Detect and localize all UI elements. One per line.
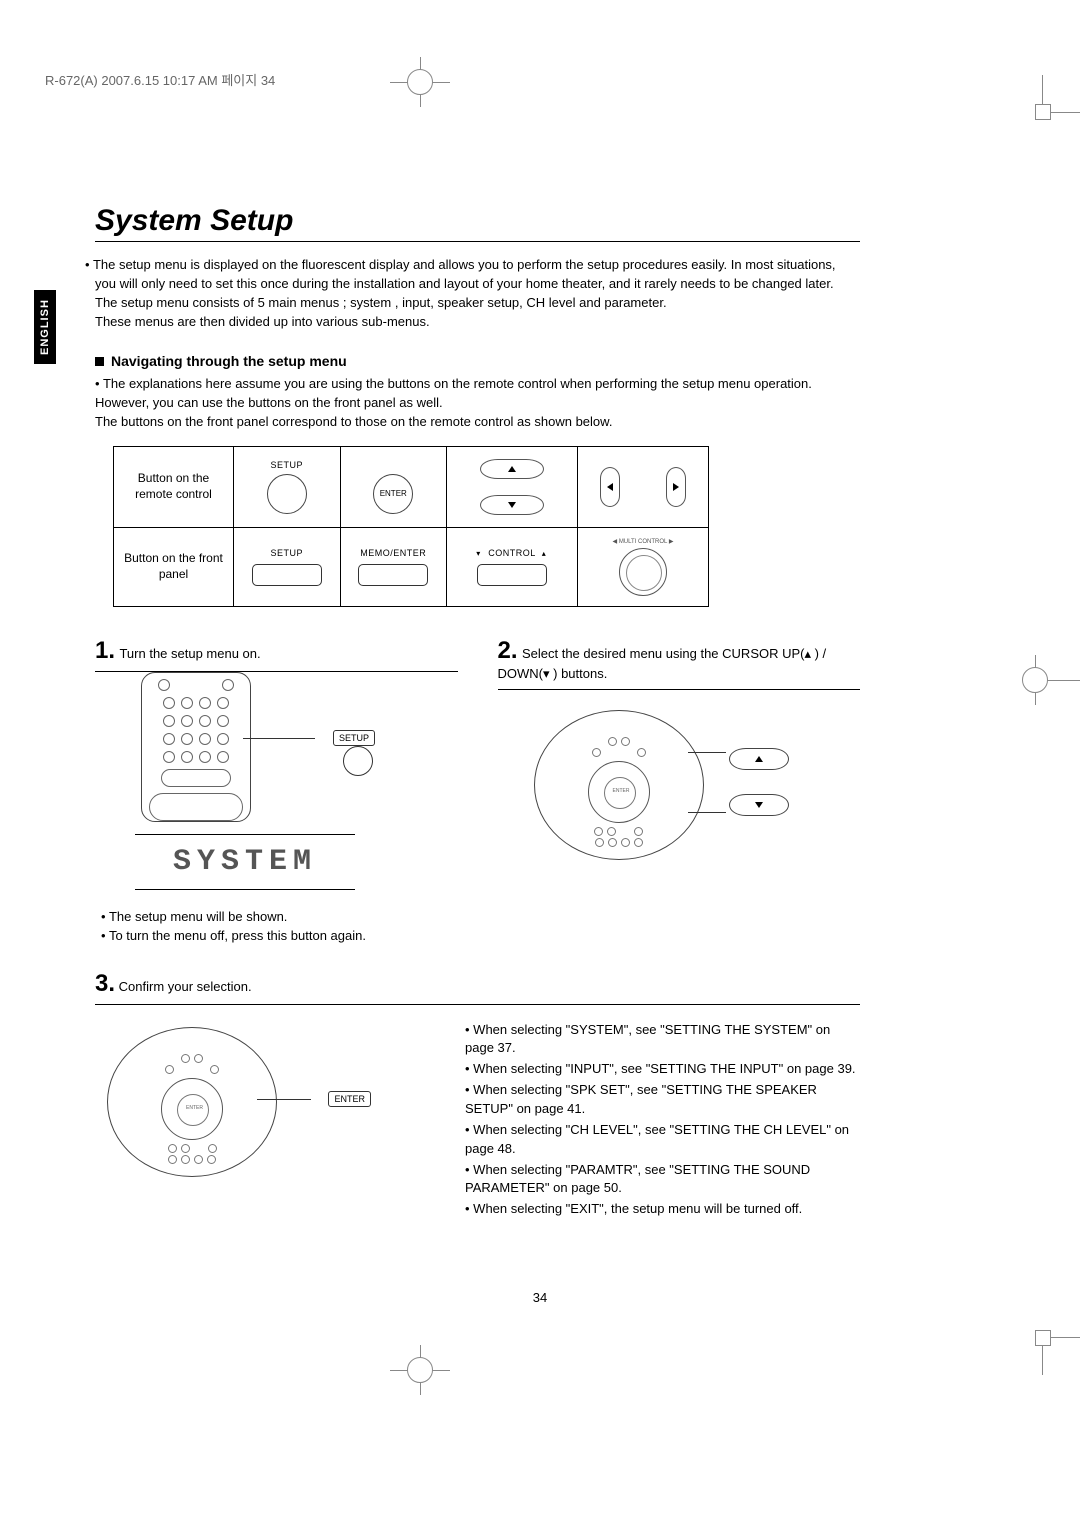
- step-3-text: Confirm your selection.: [119, 979, 252, 994]
- remote-zoom-oval: ENTER: [534, 710, 704, 860]
- page: R-672(A) 2007.6.15 10:17 AM 페이지 34 ENGLI…: [0, 0, 1080, 1525]
- cursor-updown-callout-icon: [724, 742, 794, 822]
- fp-control-button-icon: [477, 564, 547, 586]
- cursor-ring-icon: ENTER: [588, 761, 650, 823]
- ref-3: When selecting "SPK SET", see "SETTING T…: [465, 1081, 860, 1119]
- nav-text: • The explanations here assume you are u…: [95, 375, 860, 432]
- fp-memo-enter-button-icon: [358, 564, 428, 586]
- page-title: System Setup: [95, 204, 860, 242]
- setup-callout: SETUP: [333, 730, 375, 746]
- enter-callout: ENTER: [328, 1091, 371, 1107]
- table-row1-label: Button on the remote control: [114, 446, 234, 527]
- ref-2: When selecting "INPUT", see "SETTING THE…: [465, 1060, 860, 1079]
- step-1-num: 1.: [95, 637, 115, 664]
- cell-fp-memo: MEMO/ENTER: [340, 527, 447, 606]
- display-readout: SYSTEM: [135, 834, 355, 890]
- step-1-notes: The setup menu will be shown. To turn th…: [101, 908, 458, 946]
- cell-fp-setup: SETUP: [234, 527, 341, 606]
- remote-body-icon: [141, 672, 251, 822]
- ref-4: When selecting "CH LEVEL", see "SETTING …: [465, 1121, 860, 1159]
- crop-mark-top-right: [1042, 75, 1080, 113]
- cell-fp-control: ▾ CONTROL ▴: [447, 527, 578, 606]
- ref-6: When selecting "EXIT", the setup menu wi…: [465, 1200, 860, 1219]
- step-2-num: 2.: [498, 637, 518, 664]
- display-text: SYSTEM: [135, 845, 355, 879]
- step-3-illustration-col: ENTER ENTER: [95, 1021, 425, 1221]
- step-2-text: Select the desired menu using the CURSOR…: [498, 646, 827, 681]
- cell-rc-leftright: [577, 446, 708, 527]
- cursor-up-down-icon: [467, 457, 557, 517]
- multi-control-label: ◀ MULTI CONTROL ▶: [586, 538, 700, 545]
- setup-button-icon: [267, 474, 307, 514]
- setup-callout-circle: [343, 746, 373, 776]
- step-1-text: Turn the setup menu on.: [119, 646, 260, 661]
- steps-1-2: 1. Turn the setup menu on. SETUP: [95, 637, 860, 946]
- intro-line-1: The setup menu is displayed on the fluor…: [93, 257, 836, 291]
- remote-illustration-2: ENTER: [528, 704, 798, 864]
- step-2: 2. Select the desired menu using the CUR…: [498, 637, 861, 946]
- crop-mark-bottom-right: [1042, 1337, 1080, 1375]
- cell-rc-setup: SETUP: [234, 446, 341, 527]
- print-header: R-672(A) 2007.6.15 10:17 AM 페이지 34: [45, 70, 1080, 89]
- step-3-ref-col: When selecting "SYSTEM", see "SETTING TH…: [465, 1021, 860, 1221]
- remote-illustration-1: SETUP: [135, 686, 375, 816]
- nav-line-1: The explanations here assume you are usi…: [95, 376, 812, 410]
- intro-line-2: The setup menu consists of 5 main menus …: [95, 295, 667, 310]
- cursor-ring-icon-2: ENTER: [161, 1078, 223, 1140]
- reference-list: When selecting "SYSTEM", see "SETTING TH…: [465, 1021, 860, 1219]
- s1-bullet-2: To turn the menu off, press this button …: [101, 927, 458, 946]
- language-tab: ENGLISH: [34, 290, 56, 364]
- nav-heading: Navigating through the setup menu: [95, 353, 860, 369]
- step-3: 3. Confirm your selection. ENTER: [95, 970, 860, 1221]
- fp-setup-button-icon: [252, 564, 322, 586]
- nav-line-2: The buttons on the front panel correspon…: [95, 414, 612, 429]
- ref-5: When selecting "PARAMTR", see "SETTING T…: [465, 1161, 860, 1199]
- multi-control-knob-icon: [619, 548, 667, 596]
- content-area: System Setup • The setup menu is display…: [95, 204, 860, 1221]
- remote-illustration-3: ENTER ENTER: [101, 1021, 371, 1181]
- remote-zoom-oval-2: ENTER: [107, 1027, 277, 1177]
- step-1: 1. Turn the setup menu on. SETUP: [95, 637, 458, 946]
- enter-button-icon: ENTER: [373, 474, 413, 514]
- cell-rc-enter: ENTER: [340, 446, 447, 527]
- button-correspondence-table: Button on the remote control SETUP ENTER: [113, 446, 709, 607]
- page-number: 34: [533, 1290, 547, 1305]
- intro-line-3: These menus are then divided up into var…: [95, 314, 430, 329]
- cursor-left-right-icon: [598, 457, 688, 517]
- step-3-num: 3.: [95, 970, 115, 997]
- table-row2-label: Button on the front panel: [114, 527, 234, 606]
- ref-1: When selecting "SYSTEM", see "SETTING TH…: [465, 1021, 860, 1059]
- intro-text: • The setup menu is displayed on the flu…: [95, 256, 860, 331]
- cell-fp-knob: ◀ MULTI CONTROL ▶: [577, 527, 708, 606]
- cell-rc-updown: [447, 446, 578, 527]
- s1-bullet-1: The setup menu will be shown.: [101, 908, 458, 927]
